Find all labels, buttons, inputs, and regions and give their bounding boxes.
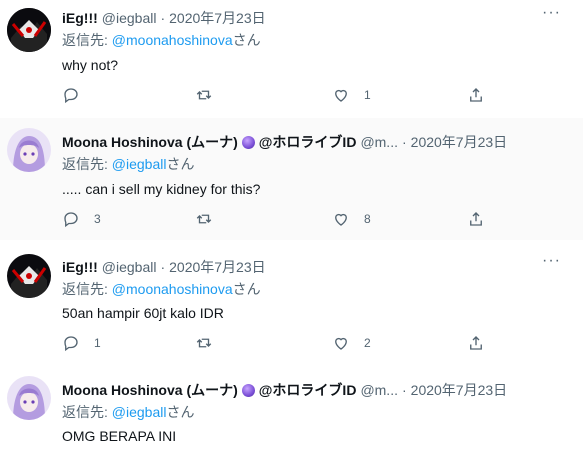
display-name[interactable]: Moona Hoshinova (ムーナ) [62,380,238,400]
share-button[interactable] [467,334,485,352]
tweet-text: ..... can i sell my kidney for this? [62,181,261,197]
tweet-date[interactable]: 2020年7月23日 [411,380,508,400]
user-handle[interactable]: @iegball [102,10,157,26]
share-icon [470,336,482,350]
reply-to-link[interactable]: @iegball [112,404,167,420]
retweet-icon [196,338,212,348]
reply-to-link[interactable]: @moonahoshinova [112,281,233,297]
planet-icon [241,135,255,149]
reply-count: 1 [94,336,101,350]
action-bar: 1 2 [62,334,522,354]
user-handle[interactable]: @m... [360,134,398,150]
reply-suffix: さん [166,156,195,172]
tweet-text: 50an hampir 60jt kalo IDR [62,305,224,321]
retweet-icon [196,90,212,100]
avatar[interactable] [7,8,51,52]
avatar[interactable] [7,254,51,298]
reply-button[interactable]: 3 [62,210,101,228]
share-button[interactable] [467,210,485,228]
reply-to-line: 返信先: @iegballさん [62,402,194,422]
reply-suffix: さん [232,281,261,297]
heart-icon [335,89,347,102]
like-count: 8 [364,212,371,226]
tweet-date[interactable]: 2020年7月23日 [411,132,508,152]
reply-to-line: 返信先: @moonahoshinovaさん [62,279,261,299]
tweet-date[interactable]: 2020年7月23日 [169,8,266,28]
planet-icon [241,383,255,397]
like-count: 2 [364,336,371,350]
tweet[interactable]: Moona Hoshinova (ムーナ) @ホロライブID @m... · 2… [0,118,583,241]
reply-icon [64,336,78,352]
user-handle[interactable]: @m... [360,382,398,398]
display-name[interactable]: iEg!!! [62,10,98,26]
share-icon [470,88,482,102]
reply-button[interactable] [62,86,94,104]
display-name-suffix: @ホロライブID [258,382,357,398]
retweet-button[interactable] [195,86,227,104]
share-icon [470,212,482,226]
tweet[interactable]: iEg!!! @iegball · 2020年7月23日 ··· 返信先: @m… [0,0,583,119]
reply-suffix: さん [232,32,261,48]
reply-prefix: 返信先: [62,32,112,48]
more-options-button[interactable]: ··· [542,4,561,22]
reply-count: 3 [94,212,101,226]
avatar[interactable] [7,128,51,172]
user-handle[interactable]: @iegball [102,259,157,275]
share-button[interactable] [467,86,485,104]
avatar[interactable] [7,376,51,420]
tweet-text: OMG BERAPA INI [62,428,177,444]
separator-dot: · [401,382,407,398]
reply-prefix: 返信先: [62,281,112,297]
reply-to-line: 返信先: @iegballさん [62,154,194,174]
like-button[interactable]: 1 [332,86,371,104]
retweet-icon [196,214,212,224]
separator-dot: · [160,10,166,26]
display-name[interactable]: Moona Hoshinova (ムーナ) [62,132,238,152]
reply-prefix: 返信先: [62,156,112,172]
tweet-text: why not? [62,57,119,73]
separator-dot: · [160,259,166,275]
heart-icon [335,213,347,226]
like-button[interactable]: 2 [332,334,371,352]
display-name-suffix: @ホロライブID [258,134,357,150]
reply-prefix: 返信先: [62,404,112,420]
action-bar: 3 8 [62,210,522,230]
heart-icon [335,337,347,350]
action-bar: 1 [62,86,522,106]
retweet-button[interactable] [195,334,227,352]
reply-button[interactable]: 1 [62,334,101,352]
retweet-button[interactable] [195,210,227,228]
like-button[interactable]: 8 [332,210,371,228]
reply-to-line: 返信先: @moonahoshinovaさん [62,30,261,50]
like-count: 1 [364,88,371,102]
separator-dot: · [401,134,407,150]
reply-to-link[interactable]: @moonahoshinova [112,32,233,48]
reply-suffix: さん [166,404,195,420]
more-options-button[interactable]: ··· [542,252,561,270]
reply-icon [64,212,78,228]
reply-icon [64,88,78,104]
tweet[interactable]: iEg!!! @iegball · 2020年7月23日 ··· 返信先: @m… [0,240,583,365]
tweet-date[interactable]: 2020年7月23日 [169,257,266,277]
tweet[interactable]: Moona Hoshinova (ムーナ) @ホロライブID @m... · 2… [0,364,583,462]
display-name[interactable]: iEg!!! [62,259,98,275]
reply-to-link[interactable]: @iegball [112,156,167,172]
